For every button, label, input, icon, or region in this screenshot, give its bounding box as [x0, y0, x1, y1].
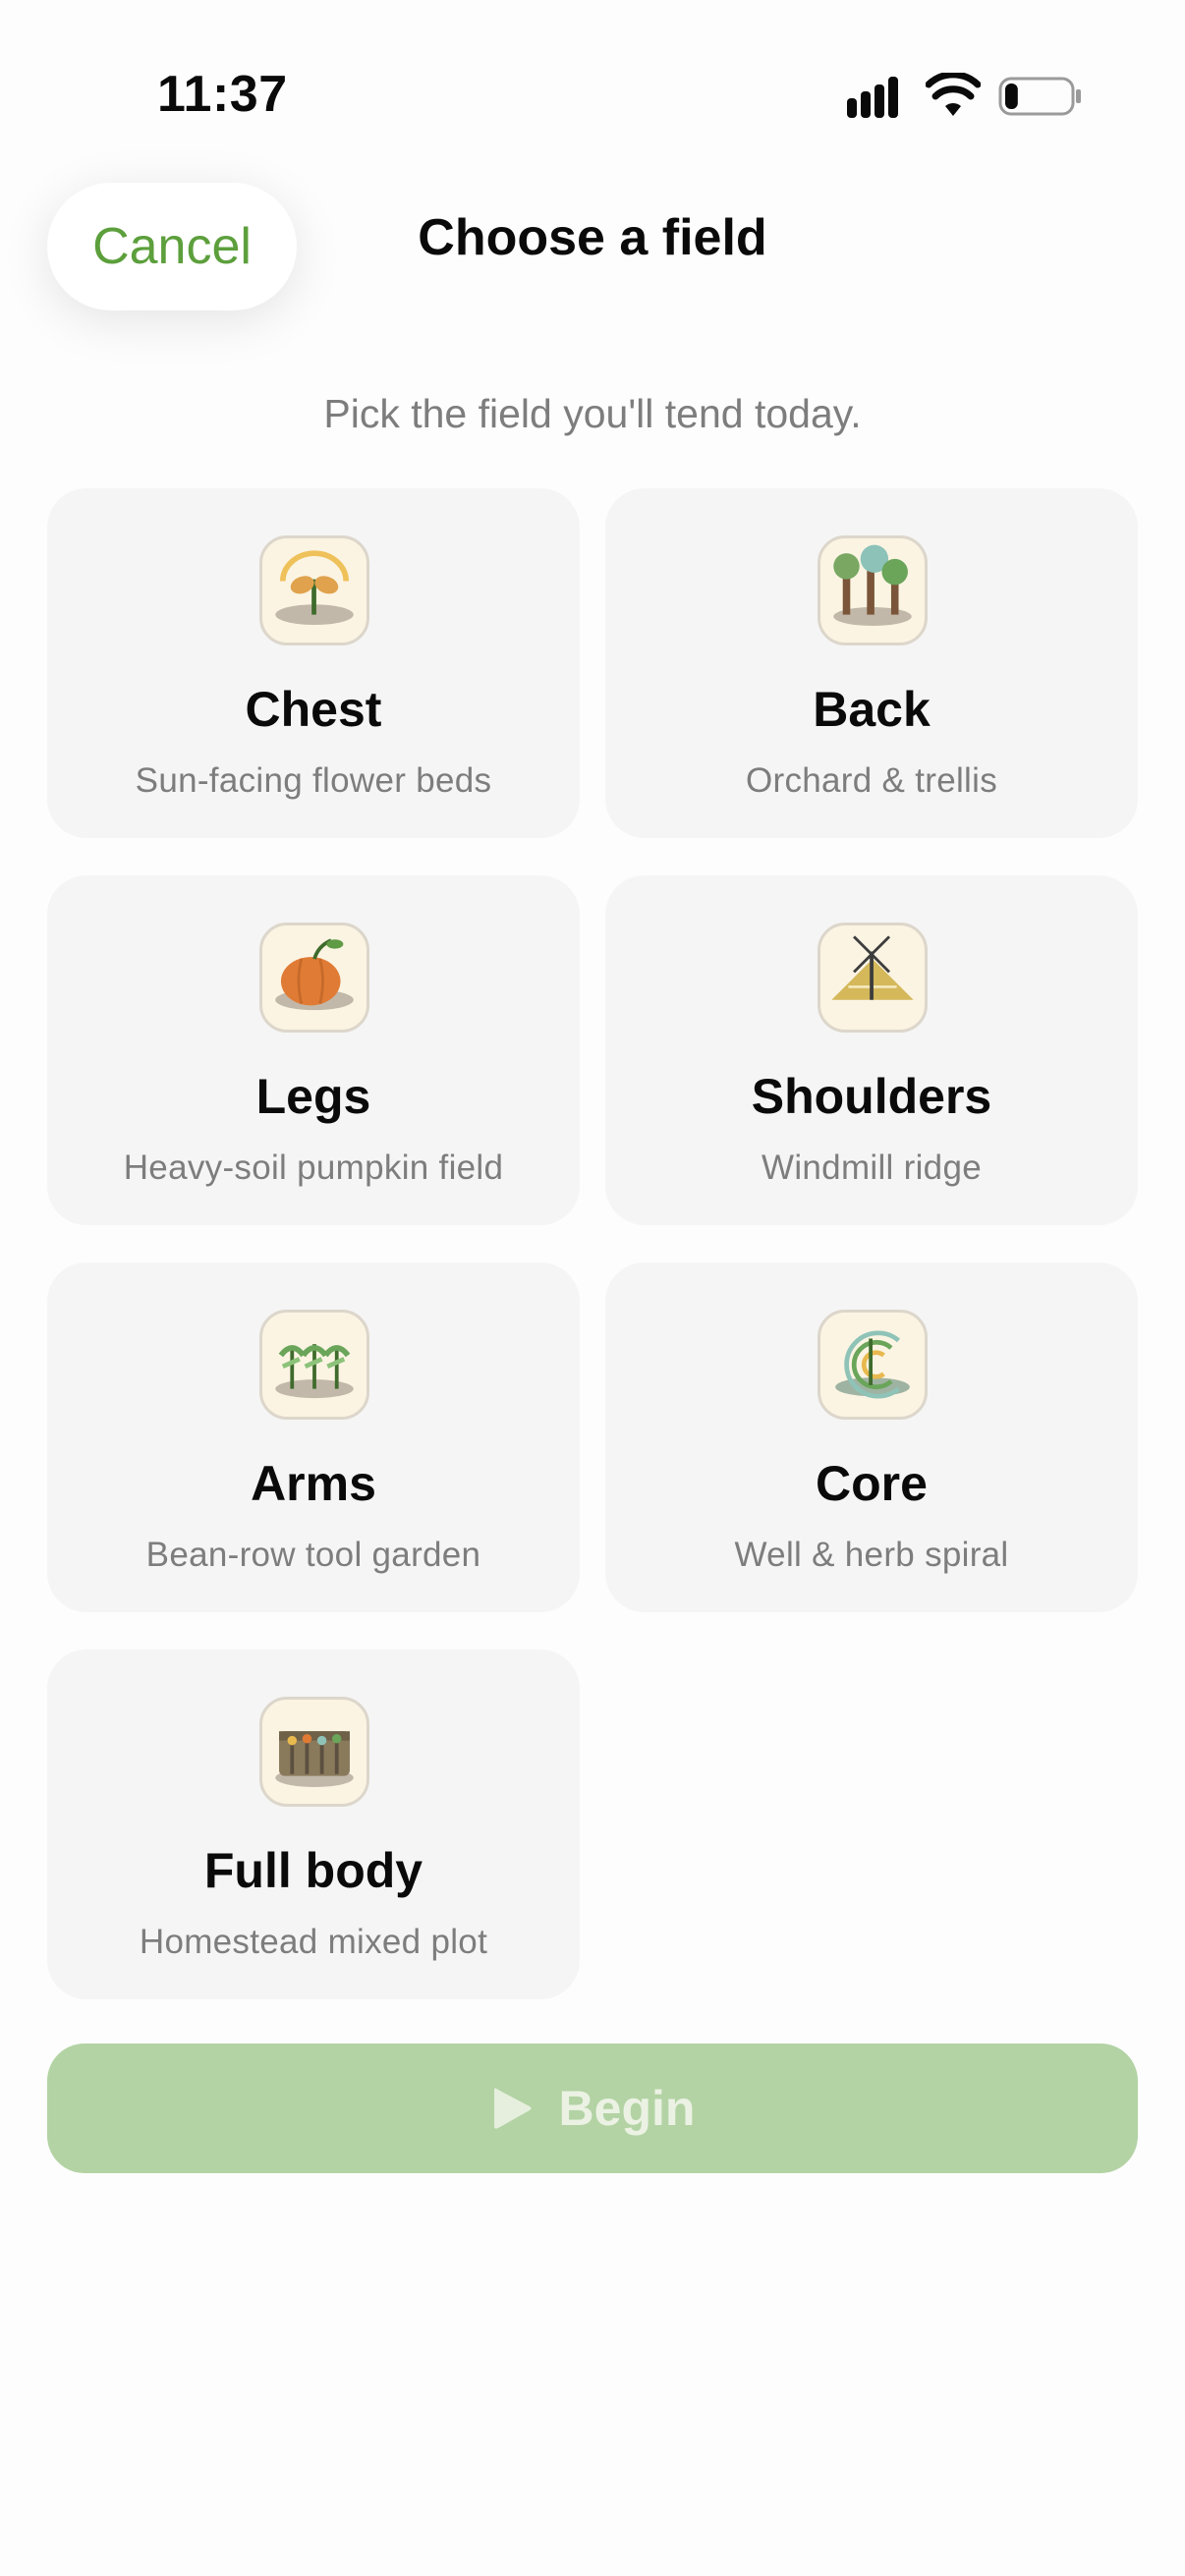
field-card-description: Sun-facing flower beds [135, 761, 492, 800]
homestead-icon [259, 1697, 369, 1807]
wifi-icon [926, 73, 981, 116]
field-card-title: Core [816, 1456, 928, 1511]
status-time: 11:37 [157, 66, 288, 123]
bean-rows-icon [259, 1310, 369, 1420]
choose-field-screen: 11:37 Cancel Choose a field Pick the fie… [0, 0, 1185, 2576]
field-card-description: Homestead mixed plot [139, 1923, 488, 1961]
field-card-description: Orchard & trellis [746, 761, 997, 800]
field-card-full-body[interactable]: Full body Homestead mixed plot [47, 1650, 580, 1999]
play-icon [493, 2088, 532, 2129]
status-bar: 11:37 [0, 0, 1185, 187]
herb-spiral-icon [818, 1310, 928, 1420]
begin-label: Begin [558, 2081, 696, 2136]
begin-button[interactable]: Begin [47, 2044, 1138, 2173]
battery-icon [998, 77, 1081, 116]
sunflower-icon [259, 535, 369, 645]
field-card-back[interactable]: Back Orchard & trellis [605, 488, 1138, 838]
pumpkin-icon [259, 923, 369, 1033]
field-card-legs[interactable]: Legs Heavy-soil pumpkin field [47, 875, 580, 1225]
signal-icon [847, 77, 898, 118]
field-card-title: Shoulders [751, 1069, 992, 1124]
field-card-chest[interactable]: Chest Sun-facing flower beds [47, 488, 580, 838]
field-card-description: Heavy-soil pumpkin field [123, 1148, 504, 1187]
cancel-button[interactable]: Cancel [47, 183, 297, 310]
windmill-icon [818, 923, 928, 1033]
field-card-title: Back [813, 682, 931, 737]
field-card-arms[interactable]: Arms Bean-row tool garden [47, 1262, 580, 1612]
field-card-description: Bean-row tool garden [145, 1536, 481, 1574]
field-card-title: Arms [251, 1456, 376, 1511]
page-title: Choose a field [418, 209, 767, 266]
field-card-title: Full body [203, 1843, 423, 1898]
field-card-title: Legs [255, 1069, 371, 1124]
field-card-description: Windmill ridge [762, 1148, 982, 1187]
field-card-shoulders[interactable]: Shoulders Windmill ridge [605, 875, 1138, 1225]
page-subtitle: Pick the field you'll tend today. [323, 391, 862, 436]
field-card-title: Chest [245, 682, 382, 737]
field-card-description: Well & herb spiral [734, 1536, 1009, 1574]
orchard-icon [818, 535, 928, 645]
field-card-core[interactable]: Core Well & herb spiral [605, 1262, 1138, 1612]
